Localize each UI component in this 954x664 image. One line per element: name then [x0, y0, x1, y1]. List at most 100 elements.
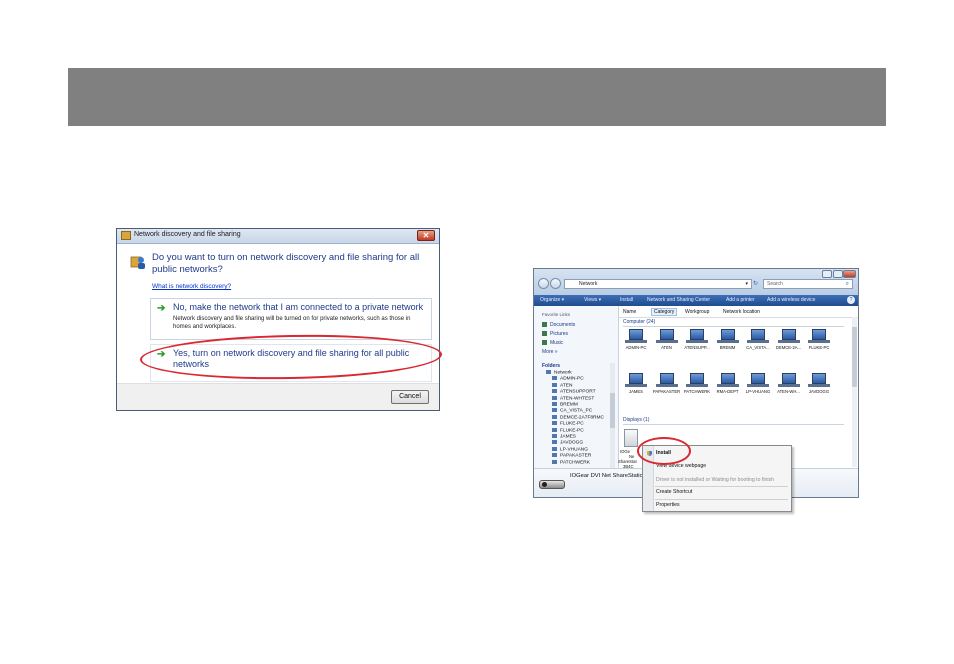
menu-separator: [655, 486, 788, 487]
search-placeholder: Search: [767, 281, 783, 287]
tree-item[interactable]: ATEN: [552, 382, 572, 388]
tree-scrollbar[interactable]: [610, 363, 615, 468]
search-icon: ⌕: [845, 281, 849, 287]
tree-item[interactable]: CA_VISTA_PC: [552, 408, 592, 414]
tree-item[interactable]: JAVDOGG: [552, 440, 583, 446]
computer-base: [777, 384, 800, 387]
close-button[interactable]: ✕: [417, 230, 435, 241]
back-button[interactable]: [538, 278, 549, 289]
display-device-icon: [624, 429, 638, 447]
network-discovery-dialog: Network discovery and file sharing ✕ Do …: [116, 228, 440, 411]
favorite-music[interactable]: Music: [542, 340, 563, 346]
computer-icon: [552, 408, 557, 413]
tree-item[interactable]: FLUKE-PC: [552, 421, 584, 426]
tree-item-network[interactable]: Network: [546, 370, 572, 375]
computer-icon: [552, 421, 557, 426]
folders-header[interactable]: Folders: [542, 363, 560, 369]
computer-base: [686, 384, 708, 387]
computer-icon: [720, 329, 735, 340]
column-name[interactable]: Name: [623, 309, 636, 315]
computer-item[interactable]: ADMIN-PC: [620, 329, 652, 359]
network-sharing-icon: [130, 256, 145, 269]
cancel-button[interactable]: Cancel: [391, 390, 429, 404]
option-private-network[interactable]: ➔ No, make the network that I am connect…: [150, 298, 432, 340]
computer-item[interactable]: FLUKE-PC: [803, 329, 835, 359]
minimize-button[interactable]: [822, 270, 832, 278]
add-wireless-device-button[interactable]: Add a wireless device: [767, 297, 815, 304]
install-button[interactable]: Install: [620, 297, 633, 304]
divider: [623, 326, 844, 327]
favorite-documents[interactable]: Documents: [542, 322, 575, 328]
computer-item[interactable]: LP-VHUANG: [742, 373, 774, 403]
favorite-more[interactable]: More »: [542, 349, 558, 355]
tree-item[interactable]: ADMIN-PC: [552, 376, 584, 382]
computer-icon: [690, 373, 704, 384]
refresh-icon[interactable]: ↻: [753, 279, 762, 289]
computer-item[interactable]: JAVDOGG: [803, 373, 835, 403]
add-printer-button[interactable]: Add a printer: [726, 297, 755, 304]
folder-icon: [542, 322, 547, 328]
computer-icon: [629, 373, 643, 384]
favorite-links-header: Favorite Links: [542, 312, 571, 317]
menu-item-properties[interactable]: Properties: [656, 502, 680, 508]
computer-icon: [781, 329, 796, 340]
close-button[interactable]: [843, 270, 856, 278]
address-bar[interactable]: Network ▾: [564, 279, 752, 289]
navigation-pane: Favorite Links Documents Pictures Music …: [534, 306, 619, 468]
computer-icon: [812, 329, 826, 340]
computer-item[interactable]: BREMM: [712, 329, 744, 359]
computer-base: [625, 340, 647, 343]
column-category[interactable]: Category: [651, 308, 678, 316]
maximize-button[interactable]: [833, 270, 843, 278]
column-network-location[interactable]: Network location: [723, 309, 760, 315]
scrollbar-thumb[interactable]: [852, 327, 857, 387]
network-sharing-center-button[interactable]: Network and Sharing Center: [647, 297, 710, 304]
computer-item[interactable]: CA_VISTA...: [742, 329, 774, 359]
scrollbar-thumb[interactable]: [610, 393, 615, 428]
tree-item[interactable]: PATCHWERK: [552, 459, 590, 465]
computer-item[interactable]: RMA-DEPT: [712, 373, 744, 403]
computer-item[interactable]: PAPAKASTER: [651, 373, 683, 403]
computer-item[interactable]: PATCHWERK: [681, 373, 713, 403]
computer-base: [747, 340, 769, 343]
help-link[interactable]: What is network discovery?: [152, 283, 231, 290]
details-device-name: IOGear DVI Net ShareStation: [570, 473, 647, 479]
folder-icon: [542, 331, 547, 337]
computer-base: [716, 340, 739, 343]
chevron-down-icon: ▾: [745, 281, 748, 287]
displays-group-header[interactable]: Displays (1): [623, 417, 649, 423]
computer-label: JAVDOGG: [808, 389, 830, 394]
organize-button[interactable]: Organize ▾: [540, 297, 564, 304]
computer-item[interactable]: ATEN: [651, 329, 683, 359]
tree-item[interactable]: BREMM: [552, 402, 578, 407]
tree-item[interactable]: LP-VHUANG: [552, 446, 588, 452]
tree-item[interactable]: PAPAKASTER: [552, 453, 591, 458]
computer-icon: [552, 440, 557, 445]
computer-item[interactable]: DEMCE-2A...: [773, 329, 805, 359]
tree-item[interactable]: JAMES: [552, 434, 576, 439]
computer-icon: [552, 414, 557, 419]
tree-item[interactable]: ATENSUPPORT: [552, 389, 596, 394]
computer-group-header[interactable]: Computer (24): [623, 319, 655, 325]
forward-button[interactable]: [550, 278, 561, 289]
help-icon[interactable]: ?: [847, 296, 855, 304]
menu-separator: [655, 499, 788, 500]
dialog-question: Do you want to turn on network discovery…: [152, 252, 420, 275]
computer-base: [686, 340, 708, 343]
divider: [623, 424, 844, 425]
computer-icon: [659, 373, 674, 384]
computer-item[interactable]: ATENSUPP...: [681, 329, 713, 359]
content-scrollbar[interactable]: [852, 317, 857, 467]
column-workgroup[interactable]: Workgroup: [685, 309, 709, 315]
computer-item[interactable]: JAMES: [620, 373, 652, 403]
views-button[interactable]: Views ▾: [584, 297, 601, 304]
tree-item[interactable]: FLUKE-PC: [552, 427, 584, 433]
computer-item[interactable]: ATEN-WH...: [773, 373, 805, 403]
arrow-right-icon: ➔: [157, 303, 166, 314]
search-input[interactable]: Search ⌕: [763, 279, 853, 289]
computer-base: [777, 340, 800, 343]
tree-item[interactable]: ATEN-WHTEST: [552, 395, 594, 401]
menu-item-create-shortcut[interactable]: Create Shortcut: [656, 489, 692, 495]
tree-item[interactable]: DEMCE-2A7F8RMC: [552, 414, 604, 420]
favorite-pictures[interactable]: Pictures: [542, 331, 568, 337]
